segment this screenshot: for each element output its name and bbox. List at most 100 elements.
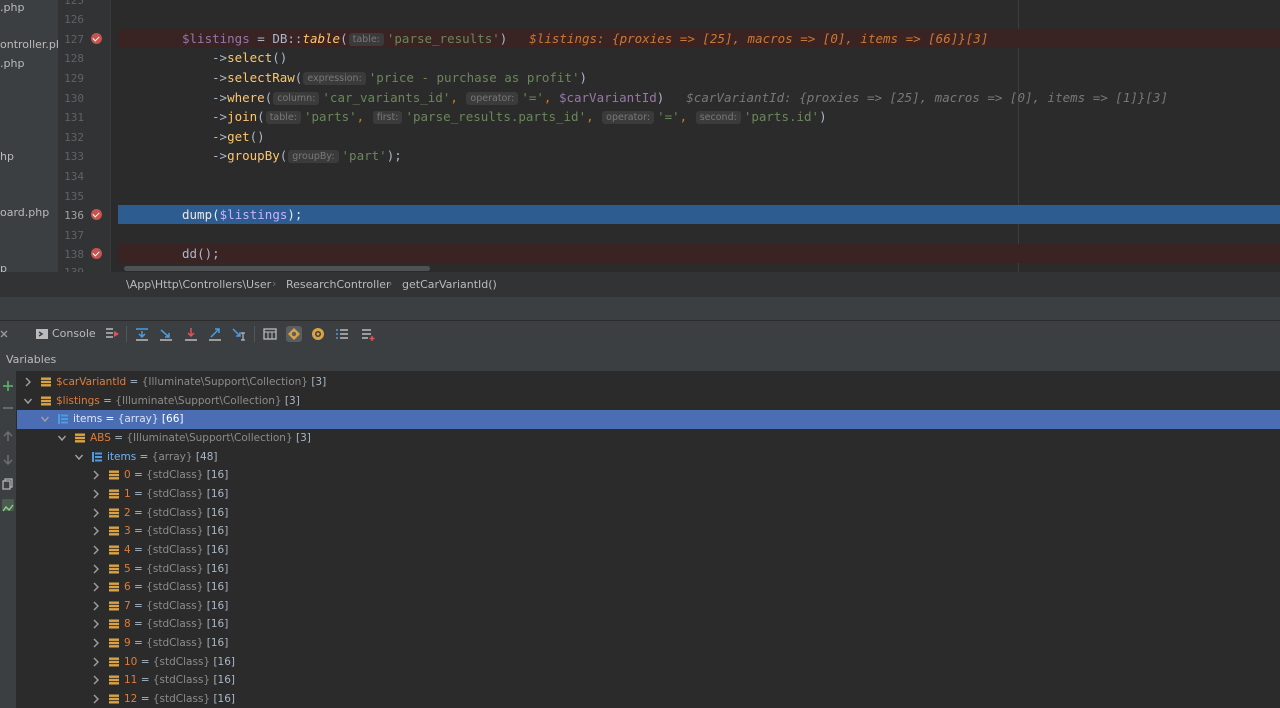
variable-row[interactable]: 9 = {stdClass} [16] xyxy=(17,634,1280,653)
project-file-item[interactable]: ontroller.php xyxy=(0,38,58,51)
project-file-item[interactable]: hp xyxy=(0,150,14,163)
chevron-down-icon[interactable] xyxy=(23,395,33,407)
code-editor[interactable]: $listings = DB::table(table:'parse_resul… xyxy=(118,0,1280,272)
project-file-item[interactable]: .php xyxy=(0,1,24,14)
variable-row[interactable]: 7 = {stdClass} [16] xyxy=(17,597,1280,616)
variable-label: 6 = {stdClass} [16] xyxy=(124,581,228,593)
variable-equals: = xyxy=(130,487,147,500)
show-values-inline-icon[interactable] xyxy=(2,499,14,512)
step-over-icon[interactable] xyxy=(134,326,150,342)
chevron-right-icon[interactable] xyxy=(91,507,101,519)
force-step-into-icon[interactable] xyxy=(183,326,199,342)
variable-equals: = xyxy=(102,413,118,426)
code-line-133[interactable]: ->groupBy(groupBy:'part'); xyxy=(118,146,1280,165)
breakpoint-icon[interactable] xyxy=(91,33,102,44)
code-line-129[interactable]: ->selectRaw(expression:'price - purchase… xyxy=(118,68,1280,87)
breakpoint-icon[interactable] xyxy=(91,248,102,259)
token: get xyxy=(227,129,250,144)
variable-row[interactable]: 11 = {stdClass} [16] xyxy=(17,671,1280,690)
breadcrumb-class[interactable]: ResearchController xyxy=(286,278,391,291)
debug-tool-window-header xyxy=(0,296,1280,321)
code-line-128[interactable]: ->select() xyxy=(118,48,1280,67)
step-out-icon[interactable] xyxy=(207,326,223,342)
variable-row-selected[interactable]: items = {array} [66] xyxy=(17,410,1280,430)
mute-breakpoints-icon[interactable] xyxy=(310,326,326,342)
variable-row[interactable]: 2 = {stdClass} [16] xyxy=(17,504,1280,523)
token: -> xyxy=(212,50,228,65)
code-line-138[interactable]: dd(); xyxy=(118,244,1280,263)
variable-row[interactable]: 4 = {stdClass} [16] xyxy=(17,541,1280,560)
chevron-right-icon[interactable] xyxy=(91,600,101,612)
breadcrumb-namespace[interactable]: \App\Http\Controllers\User xyxy=(126,278,271,291)
variable-row[interactable]: ABS = {Illuminate\Support\Collection} [3… xyxy=(17,429,1280,448)
parameter-hint: groupBy: xyxy=(288,150,339,163)
show-execution-point-icon[interactable] xyxy=(104,326,120,342)
move-down-icon[interactable] xyxy=(2,451,14,466)
chevron-right-icon[interactable] xyxy=(91,525,101,537)
variable-row[interactable]: 1 = {stdClass} [16] xyxy=(17,485,1280,504)
variable-row[interactable]: 5 = {stdClass} [16] xyxy=(17,560,1280,579)
variable-row[interactable]: items = {array} [48] xyxy=(17,448,1280,467)
variable-row[interactable]: 12 = {stdClass} [16] xyxy=(17,690,1280,708)
variable-row[interactable]: 0 = {stdClass} [16] xyxy=(17,466,1280,485)
variable-row[interactable]: 3 = {stdClass} [16] xyxy=(17,522,1280,541)
token: ( xyxy=(257,109,265,124)
evaluate-expression-icon[interactable] xyxy=(262,326,278,342)
token: ) xyxy=(499,31,508,46)
chevron-right-icon[interactable] xyxy=(91,563,101,575)
token: = xyxy=(249,31,273,46)
chevron-right-icon[interactable] xyxy=(91,469,101,481)
add-watch-icon[interactable] xyxy=(2,377,14,391)
close-icon[interactable] xyxy=(0,326,10,342)
variable-name: 3 xyxy=(124,525,131,538)
chevron-right-icon[interactable] xyxy=(91,637,101,649)
chevron-right-icon[interactable] xyxy=(91,544,101,556)
variable-type: {stdClass} xyxy=(146,618,204,631)
chevron-right-icon[interactable] xyxy=(91,581,101,593)
settings-list-icon[interactable] xyxy=(334,326,350,342)
copy-icon[interactable] xyxy=(2,475,14,490)
view-breakpoints-icon[interactable] xyxy=(286,326,302,342)
variable-name: $listings xyxy=(56,394,100,407)
code-line-131[interactable]: ->join(table:'parts', first:'parse_resul… xyxy=(118,107,1280,126)
chevron-right-icon[interactable] xyxy=(23,376,33,388)
code-line-127[interactable]: $listings = DB::table(table:'parse_resul… xyxy=(118,29,1280,48)
chevron-right-icon[interactable] xyxy=(91,656,101,668)
code-line-130[interactable]: ->where(column:'car_variants_id', operat… xyxy=(118,88,1280,107)
inline-debug-value[interactable]: $listings: {proxies => [25], macros => [… xyxy=(529,31,988,46)
breakpoint-icon[interactable] xyxy=(91,209,102,220)
chevron-right-icon[interactable] xyxy=(91,488,101,500)
step-into-icon[interactable] xyxy=(158,326,174,342)
horizontal-scrollbar[interactable] xyxy=(124,266,430,271)
remove-watch-icon[interactable] xyxy=(2,399,14,411)
console-tab-label: Console xyxy=(52,327,96,340)
editor-gutter[interactable]: 125 126 127 128 129 130 131 132 133 134 … xyxy=(58,0,110,279)
parameter-hint: table: xyxy=(265,111,301,124)
project-file-item[interactable]: oard.php xyxy=(0,206,49,219)
variable-name: 12 xyxy=(124,693,138,706)
breadcrumb-method[interactable]: getCarVariantId() xyxy=(402,278,497,291)
token: '=' xyxy=(657,109,680,124)
variable-row[interactable]: 6 = {stdClass} [16] xyxy=(17,578,1280,597)
chevron-right-icon[interactable] xyxy=(91,693,101,705)
code-line-136-execution-point[interactable]: dump($listings); xyxy=(118,205,1280,224)
chevron-down-icon[interactable] xyxy=(74,451,84,463)
variable-row[interactable]: 8 = {stdClass} [16] xyxy=(17,615,1280,634)
project-file-item[interactable]: .php xyxy=(0,57,24,70)
variable-row[interactable]: $carVariantId = {Illuminate\Support\Coll… xyxy=(17,373,1280,392)
move-up-icon[interactable] xyxy=(2,427,14,441)
variables-tree[interactable]: $carVariantId = {Illuminate\Support\Coll… xyxy=(17,371,1280,708)
variable-label: 12 = {stdClass} [16] xyxy=(124,693,235,705)
variable-row[interactable]: $listings = {Illuminate\Support\Collecti… xyxy=(17,392,1280,411)
variable-count: [48] xyxy=(192,450,218,463)
code-line-132[interactable]: ->get() xyxy=(118,127,1280,146)
chevron-right-icon[interactable] xyxy=(91,618,101,630)
restore-layout-icon[interactable] xyxy=(360,326,376,342)
inline-debug-value[interactable]: $carVariantId: {proxies => [25], macros … xyxy=(686,90,1168,105)
variable-row[interactable]: 10 = {stdClass} [16] xyxy=(17,653,1280,672)
chevron-down-icon[interactable] xyxy=(40,413,50,425)
variable-label: 2 = {stdClass} [16] xyxy=(124,507,228,519)
chevron-right-icon[interactable] xyxy=(91,674,101,686)
run-to-cursor-icon[interactable] xyxy=(231,326,247,342)
chevron-down-icon[interactable] xyxy=(57,432,67,444)
